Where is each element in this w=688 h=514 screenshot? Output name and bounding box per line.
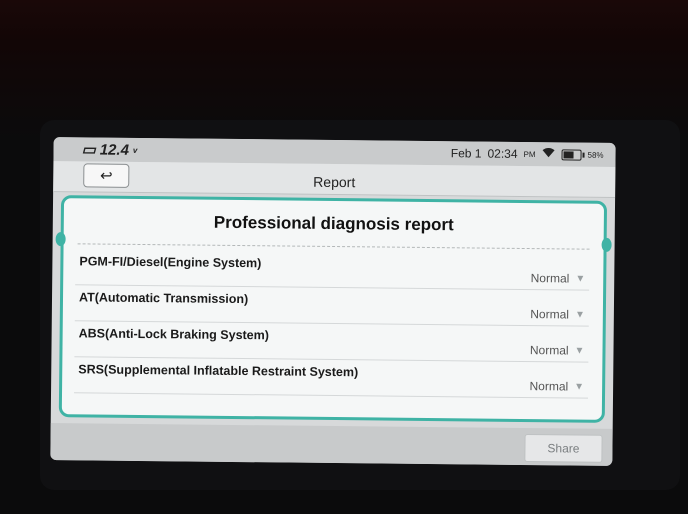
- share-button[interactable]: Share: [524, 434, 603, 463]
- status-label: Normal: [529, 379, 569, 394]
- time-ampm: PM: [523, 149, 536, 159]
- page-title: Report: [313, 173, 356, 191]
- chevron-down-icon: ▼: [574, 381, 585, 393]
- status-label: Normal: [529, 343, 569, 358]
- background-glow: [0, 0, 688, 140]
- system-status[interactable]: Normal ▼: [531, 271, 586, 286]
- wifi-icon: [541, 147, 555, 161]
- device-screen: ▭ 12.4 v Feb 1 02:34 PM 58% ↩ Report Prof…: [50, 137, 616, 466]
- car-battery-icon: ▭: [81, 141, 96, 159]
- title-bar: ↩ Report: [53, 161, 616, 198]
- system-status[interactable]: Normal ▼: [530, 307, 585, 322]
- system-name: ABS(Anti-Lock Braking System): [78, 326, 270, 343]
- footer-bar: Share: [50, 423, 613, 466]
- system-name: SRS(Supplemental Inflatable Restraint Sy…: [78, 362, 359, 380]
- system-status[interactable]: Normal ▼: [530, 343, 585, 358]
- battery-percent: 58%: [587, 150, 604, 160]
- time: 02:34: [487, 146, 518, 161]
- chevron-down-icon: ▼: [575, 273, 586, 285]
- system-name: PGM-FI/Diesel(Engine System): [79, 254, 262, 271]
- status-label: Normal: [530, 307, 570, 322]
- voltage-indicator: ▭ 12.4 v: [81, 140, 137, 159]
- voltage-value: 12.4: [99, 141, 130, 159]
- date: Feb 1: [450, 146, 482, 161]
- report-heading: Professional diagnosis report: [213, 212, 454, 235]
- system-row[interactable]: SRS(Supplemental Inflatable Restraint Sy…: [74, 356, 589, 399]
- voltage-unit: v: [132, 145, 138, 155]
- report-panel: Professional diagnosis report PGM-FI/Die…: [58, 195, 608, 423]
- system-name: AT(Automatic Transmission): [78, 290, 249, 307]
- status-right: Feb 1 02:34 PM 58%: [451, 146, 604, 162]
- chevron-down-icon: ▼: [574, 345, 585, 357]
- status-label: Normal: [530, 271, 570, 286]
- chevron-down-icon: ▼: [574, 309, 585, 321]
- battery-icon: [561, 148, 582, 161]
- system-status[interactable]: Normal ▼: [529, 379, 584, 394]
